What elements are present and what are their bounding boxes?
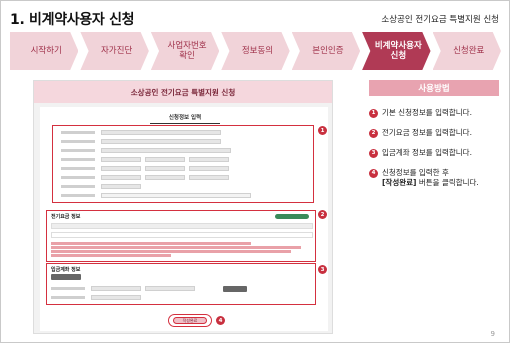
instructions-panel: 사용방법 1 기본 신청정보를 입력합니다. 2 전기요금 정보를 입력합니다.… [369,80,499,187]
step-label: 사업자번호 확인 [167,41,207,61]
electric-info-section: 전기요금 정보 [46,210,316,262]
form-row [61,130,221,135]
form-card-title: 신청정보 입력 [150,113,220,124]
step-number-badge: 3 [369,148,378,158]
form-row [61,157,229,162]
instruction-text: 전기요금 정보를 입력합니다. [382,128,472,137]
submit-button[interactable]: 작성완료 [173,317,207,324]
form-row [61,184,141,189]
lookup-button[interactable] [275,214,309,219]
step-label: 시작하기 [30,46,62,56]
basic-info-section [52,125,314,203]
step-badge-2: 2 [318,210,327,219]
form-row [61,166,229,171]
bank-info-section: 입금계좌 정보 [46,263,316,305]
step-complete: 신청완료 [432,32,501,70]
step-label: 본인인증 [312,46,344,56]
page-subtitle: 소상공인 전기요금 특별지원 신청 [381,15,499,25]
instruction-text: 입금계좌 정보를 입력합니다. [382,148,472,157]
step-label: 신청완료 [453,46,485,56]
step-label: 비계약사용자 신청 [374,41,422,61]
step-self-diagnosis: 자가진단 [80,32,149,70]
form-row [51,286,195,291]
section-label: 입금계좌 정보 [51,267,81,273]
step-number-badge: 2 [369,128,378,138]
submit-highlight: 작성완료 [168,314,212,327]
verify-account-button[interactable] [223,286,247,292]
screenshot-banner: 소상공인 전기요금 특별지원 신청 [34,81,332,103]
bank-select-button[interactable] [51,274,81,280]
instruction-text: 신청정보를 입력한 후 [작성완료] 버튼을 클릭합니다. [382,168,479,188]
instruction-text: 기본 신청정보를 입력합니다. [382,108,472,117]
step-label: 정보동의 [241,46,274,56]
step-number-badge: 1 [369,108,378,118]
form-row [61,175,229,180]
step-start: 시작하기 [10,32,79,70]
step-badge-1: 1 [318,126,327,135]
step-non-contract-application: 비계약사용자 신청 [362,32,431,70]
form-row [61,193,251,198]
notice-text [51,246,301,249]
instruction-item-3: 3 입금계좌 정보를 입력합니다. [369,148,472,158]
step-identity-verification: 본인인증 [291,32,361,70]
step-progress: 시작하기 자가진단 사업자번호 확인 정보동의 본인인증 비계약사용자 신청 신… [10,32,503,70]
instruction-button-name: [작성완료] [382,178,417,187]
instruction-item-4: 4 신청정보를 입력한 후 [작성완료] 버튼을 클릭합니다. [369,168,479,188]
notice-text [51,254,171,257]
step-badge-3: 3 [318,265,327,274]
form-row [61,139,221,144]
panel-heading: 사용방법 [369,80,499,96]
notice-text [51,250,291,253]
form-row [61,148,231,153]
page-number: 9 [490,330,495,338]
page-title: 1. 비계약사용자 신청 [10,12,135,28]
slide: 1. 비계약사용자 신청 소상공인 전기요금 특별지원 신청 시작하기 자가진단… [0,0,510,343]
notice-text [51,242,251,245]
form-row [51,295,141,300]
step-label: 자가진단 [100,46,133,56]
instruction-item-2: 2 전기요금 정보를 입력합니다. [369,128,472,138]
step-badge-4: 4 [216,316,225,325]
instruction-text-part: 신청정보를 입력한 후 [382,168,449,177]
step-business-number: 사업자번호 확인 [150,32,220,70]
step-number-badge: 4 [369,168,378,178]
section-label: 전기요금 정보 [51,214,81,220]
instruction-text-part: 버튼을 클릭합니다. [416,178,479,187]
table-row [51,232,313,238]
table-header [51,223,313,229]
instruction-item-1: 1 기본 신청정보를 입력합니다. [369,108,472,118]
step-consent: 정보동의 [221,32,290,70]
screenshot-form-card: 신청정보 입력 1 전기요금 정보 2 입금계좌 정보 3 작성완료 4 [40,107,328,331]
form-screenshot: 소상공인 전기요금 특별지원 신청 신청정보 입력 1 전기요금 정보 2 입금… [33,80,333,334]
